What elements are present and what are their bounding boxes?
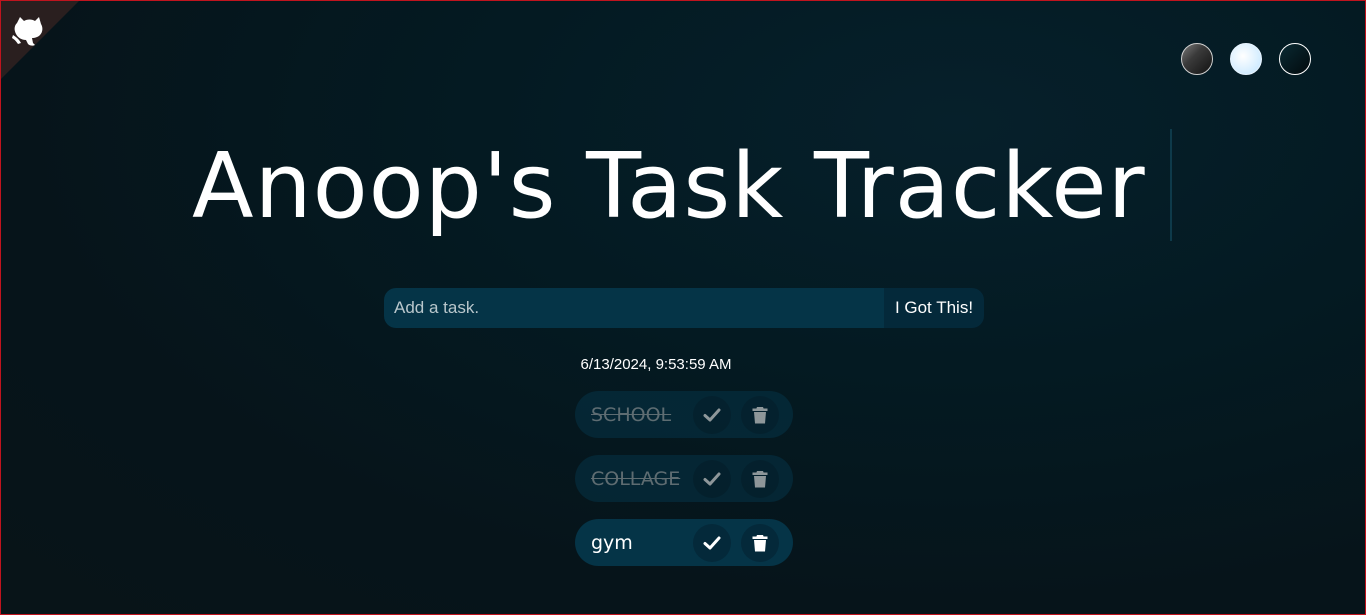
datetime-display: 6/13/2024, 9:53:59 AM (580, 356, 732, 373)
theme-standard-button[interactable] (1181, 43, 1213, 75)
check-button[interactable] (693, 459, 731, 498)
check-icon (703, 472, 721, 485)
theme-darker-button[interactable] (1279, 43, 1311, 75)
task-input[interactable] (384, 288, 884, 328)
todo-item: SCHOOL (575, 391, 793, 438)
trash-icon (752, 406, 768, 423)
todo-text: gym (591, 531, 633, 554)
add-task-button[interactable]: I Got This! (884, 288, 984, 328)
todo-item: COLLAGE (575, 455, 793, 502)
todo-text: SCHOOL (591, 403, 672, 426)
task-form: I Got This! (384, 288, 984, 328)
check-icon (703, 536, 721, 549)
theme-switcher (1181, 43, 1311, 75)
check-button[interactable] (693, 523, 731, 562)
todo-text: COLLAGE (591, 467, 681, 490)
trash-icon (752, 534, 768, 551)
delete-button[interactable] (741, 523, 779, 562)
theme-light-button[interactable] (1230, 43, 1262, 75)
trash-icon (752, 470, 768, 487)
todo-item: gym (575, 519, 793, 566)
check-icon (703, 408, 721, 421)
delete-button[interactable] (741, 459, 779, 498)
todo-list: SCHOOL COLLAGE gym (575, 391, 793, 583)
github-cat-icon[interactable] (11, 13, 47, 49)
check-button[interactable] (693, 395, 731, 434)
delete-button[interactable] (741, 395, 779, 434)
title-cursor (1170, 129, 1172, 241)
page-title: Anoop's Task Tracker (192, 134, 1146, 239)
